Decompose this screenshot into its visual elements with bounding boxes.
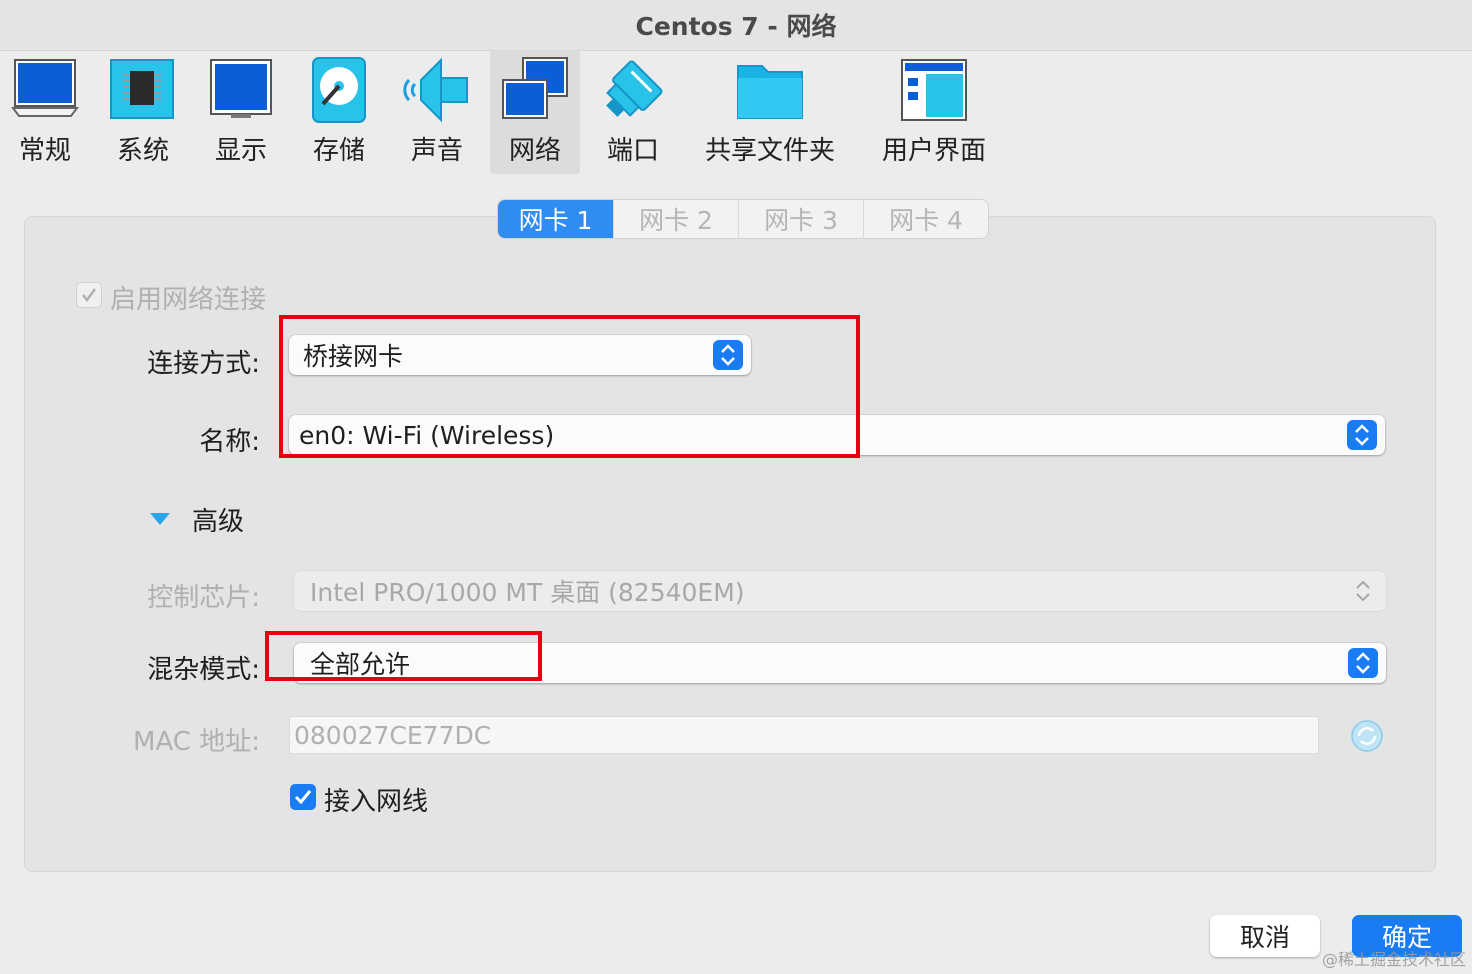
mac-address-field[interactable]: 080027CE77DC (289, 716, 1319, 754)
toolbar-item-ports[interactable]: 端口 (592, 50, 674, 174)
toolbar-label: 系统 (116, 136, 169, 166)
checkmark-icon (82, 288, 97, 303)
toolbar-item-network[interactable]: 网络 (490, 50, 580, 174)
refresh-mac-icon[interactable] (1350, 719, 1384, 753)
display-monitor-icon (210, 59, 272, 118)
toolbar-item-audio[interactable]: 声音 (396, 50, 478, 174)
promiscuous-mode-label: 混杂模式: (147, 655, 260, 685)
toolbar-label: 常规 (18, 136, 71, 166)
mac-address-value: 080027CE77DC (294, 720, 492, 750)
network-icon (502, 57, 568, 119)
general-icon (11, 59, 79, 117)
toolbar-label: 显示 (214, 136, 267, 166)
highlight-box-attached (279, 315, 860, 458)
attached-to-label: 连接方式: (147, 349, 260, 379)
toolbar-item-general[interactable]: 常规 (4, 50, 86, 174)
mac-address-label: MAC 地址: (133, 727, 260, 757)
enable-adapter-label: 启用网络连接 (110, 285, 267, 315)
adapter-tabs: 网卡 1 网卡 2 网卡 3 网卡 4 (498, 200, 988, 238)
toolbar-label: 网络 (508, 136, 561, 166)
tab-adapter-1[interactable]: 网卡 1 (498, 200, 613, 238)
select-stepper-icon (1348, 576, 1378, 606)
ports-icon (606, 60, 663, 117)
cable-connected-checkbox[interactable] (290, 784, 316, 810)
highlight-box-promiscuous (265, 631, 542, 681)
toolbar-label: 存储 (312, 136, 365, 166)
tab-adapter-2[interactable]: 网卡 2 (613, 200, 738, 238)
toolbar-label: 端口 (606, 136, 659, 166)
user-interface-icon (901, 59, 967, 121)
audio-speaker-icon (403, 57, 468, 123)
toolbar-label: 用户界面 (881, 136, 986, 166)
select-stepper-icon (1348, 648, 1378, 678)
name-label: 名称: (199, 427, 260, 457)
adapter-type-label: 控制芯片: (147, 583, 260, 613)
title-bar: Centos 7 - 网络 (0, 0, 1472, 51)
enable-adapter-checkbox[interactable] (76, 282, 102, 308)
system-chip-icon (110, 59, 174, 119)
window-title: Centos 7 - 网络 (635, 12, 837, 41)
settings-toolbar: 常规 系统 显示 存储 声音 网络 端口 共享文件夹 用户界面 (0, 50, 1472, 176)
tab-adapter-4[interactable]: 网卡 4 (863, 200, 988, 238)
adapter-type-value: Intel PRO/1000 MT 桌面 (82540EM) (310, 578, 745, 607)
cable-connected-label: 接入网线 (324, 787, 429, 817)
watermark: @稀土掘金技术社区 (1321, 950, 1466, 969)
cancel-button[interactable]: 取消 (1210, 915, 1320, 957)
advanced-label[interactable]: 高级 (192, 501, 244, 538)
storage-disk-icon (312, 57, 366, 123)
toolbar-item-storage[interactable]: 存储 (298, 50, 380, 174)
disclosure-triangle-icon[interactable] (148, 510, 172, 528)
tab-adapter-3[interactable]: 网卡 3 (738, 200, 863, 238)
toolbar-item-system[interactable]: 系统 (102, 50, 184, 174)
toolbar-label: 共享文件夹 (704, 136, 835, 166)
select-stepper-icon (1347, 420, 1377, 450)
adapter-type-select[interactable]: Intel PRO/1000 MT 桌面 (82540EM) (294, 571, 1386, 611)
shared-folder-icon (737, 65, 803, 119)
toolbar-item-shared-folders[interactable]: 共享文件夹 (700, 50, 840, 174)
toolbar-item-user-interface[interactable]: 用户界面 (872, 50, 996, 174)
toolbar-item-display[interactable]: 显示 (200, 50, 282, 174)
checkmark-icon (294, 790, 312, 805)
toolbar-label: 声音 (410, 136, 463, 166)
